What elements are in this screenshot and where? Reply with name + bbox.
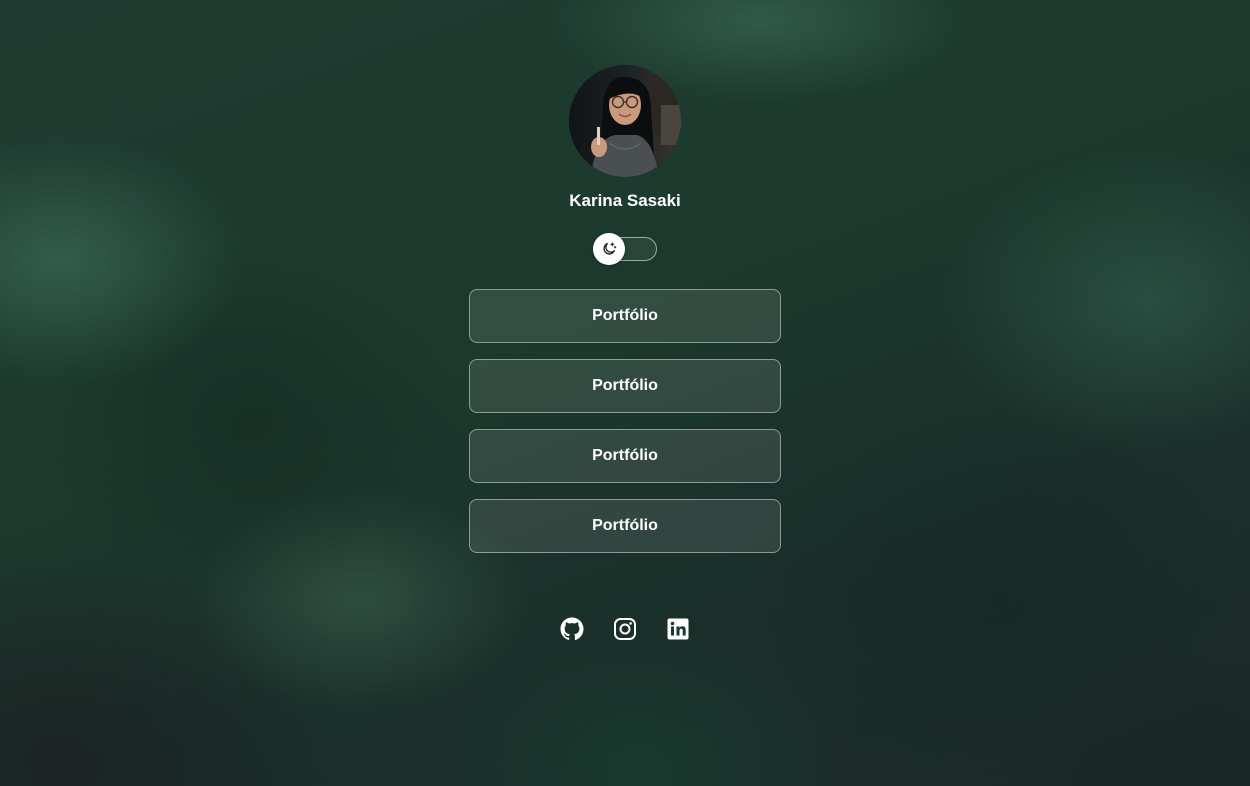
github-icon bbox=[560, 617, 584, 641]
avatar-photo-icon bbox=[569, 65, 681, 177]
instagram-link[interactable] bbox=[612, 616, 638, 642]
toggle-knob[interactable] bbox=[593, 233, 625, 265]
profile-name: Karina Sasaki bbox=[569, 191, 681, 210]
moon-stars-icon bbox=[603, 242, 617, 255]
portfolio-link-button[interactable]: Portfólio bbox=[469, 289, 781, 343]
social-links bbox=[0, 616, 1250, 642]
github-link[interactable] bbox=[559, 616, 585, 642]
instagram-icon bbox=[614, 618, 636, 640]
avatar bbox=[569, 65, 681, 177]
portfolio-link-button[interactable]: Portfólio bbox=[469, 429, 781, 483]
portfolio-link-button[interactable]: Portfólio bbox=[469, 499, 781, 553]
theme-toggle[interactable] bbox=[593, 233, 657, 265]
portfolio-link-button[interactable]: Portfólio bbox=[469, 359, 781, 413]
link-list: Portfólio Portfólio Portfólio Portfólio bbox=[469, 289, 781, 569]
linkedin-icon bbox=[667, 618, 689, 640]
linkedin-link[interactable] bbox=[665, 616, 691, 642]
